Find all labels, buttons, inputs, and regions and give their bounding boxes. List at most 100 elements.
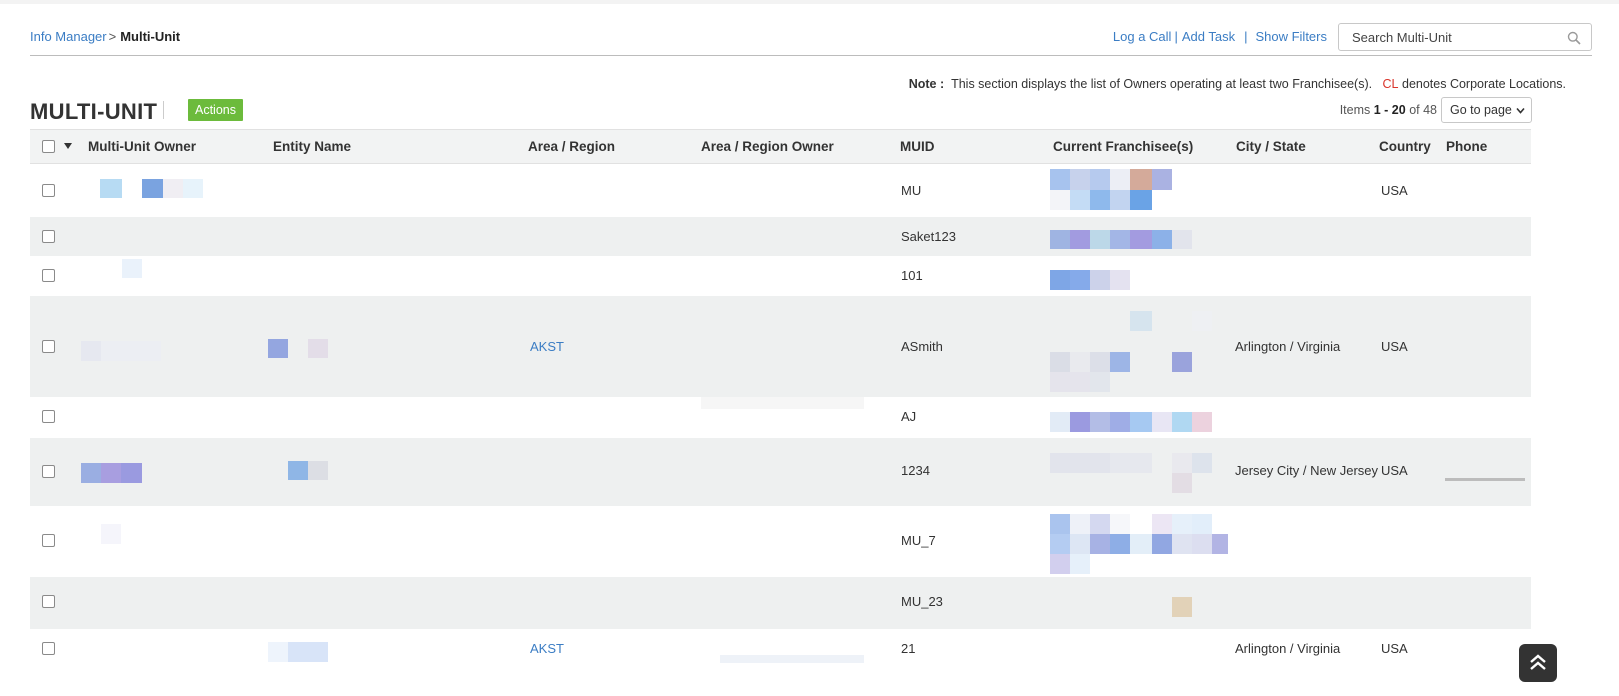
chevron-down-icon (1516, 107, 1525, 114)
redacted-franchisee (1090, 169, 1110, 190)
go-to-page-label: Go to page (1450, 103, 1512, 117)
select-menu-caret-icon[interactable] (64, 143, 72, 149)
table-row: AKST ASmith Arlington / Virginia USA (30, 296, 1531, 397)
scroll-to-top-button[interactable] (1519, 644, 1557, 682)
items-range: 1 - 20 (1373, 103, 1406, 117)
select-all-checkbox[interactable] (42, 140, 55, 153)
redacted-franchisee (1070, 554, 1090, 574)
redacted-franchisee (1070, 514, 1090, 534)
muid-cell: 101 (901, 268, 923, 283)
redacted-franchisee (1070, 230, 1090, 249)
muid-cell: 1234 (901, 463, 930, 478)
redacted-franchisee (1050, 412, 1070, 432)
row-checkbox[interactable] (42, 595, 55, 608)
pagination-info: Items 1 - 20 of 48 (1340, 103, 1437, 117)
redacted-franchisee (1152, 169, 1172, 190)
col-current-franchisees[interactable]: Current Franchisee(s) (1053, 139, 1193, 154)
row-checkbox[interactable] (42, 642, 55, 655)
redacted-owner (101, 341, 161, 361)
muid-cell: MU (901, 183, 922, 198)
col-area-region[interactable]: Area / Region (528, 139, 615, 154)
top-strip (0, 0, 1619, 4)
col-area-region-owner[interactable]: Area / Region Owner (701, 139, 834, 154)
redacted-franchisee (1172, 412, 1192, 432)
redacted-franchisee (1152, 514, 1172, 534)
row-checkbox[interactable] (42, 410, 55, 423)
show-filters-link[interactable]: Show Filters (1255, 29, 1327, 44)
redacted-franchisee (1192, 412, 1212, 432)
redacted-owner (81, 341, 101, 361)
redacted-franchisee (1130, 190, 1152, 210)
toplinks: Log a Call | Add Task | Show Filters (1113, 29, 1327, 44)
redacted-franchisee (1110, 453, 1152, 473)
redacted-owner (81, 463, 101, 483)
multi-unit-table: Multi-Unit Owner Entity Name Area / Regi… (30, 129, 1531, 673)
table-header: Multi-Unit Owner Entity Name Area / Regi… (30, 129, 1531, 164)
page-header: Info Manager > Multi-Unit Log a Call | Add T… (30, 22, 1592, 56)
city-state-cell: Arlington / Virginia (1235, 339, 1341, 354)
redacted-franchisee (1050, 534, 1070, 554)
redacted-owner (183, 179, 203, 198)
redacted-franchisee (1050, 190, 1070, 210)
col-multi-unit-owner[interactable]: Multi-Unit Owner (88, 139, 196, 154)
col-entity-name[interactable]: Entity Name (273, 139, 351, 154)
items-total: of 48 (1409, 103, 1437, 117)
country-cell: USA (1381, 463, 1408, 478)
table-row: Saket123 (30, 217, 1531, 256)
row-checkbox[interactable] (42, 465, 55, 478)
redacted-franchisee (1172, 514, 1192, 534)
add-task-link[interactable]: Add Task (1182, 29, 1235, 44)
redacted-franchisee (1050, 169, 1070, 190)
col-country[interactable]: Country (1379, 139, 1431, 154)
redacted-entity (308, 339, 328, 358)
table-row: MU USA (30, 164, 1531, 217)
redacted-franchisee (1070, 270, 1090, 290)
row-checkbox[interactable] (42, 184, 55, 197)
redacted-franchisee (1192, 534, 1212, 554)
area-region-link[interactable]: AKST (530, 641, 564, 656)
redacted-owner (101, 524, 121, 544)
redacted-entity (268, 642, 288, 662)
row-checkbox[interactable] (42, 269, 55, 282)
cl-description: denotes Corporate Locations. (1402, 77, 1566, 91)
row-checkbox[interactable] (42, 534, 55, 547)
link-divider: | (1174, 29, 1178, 44)
log-call-link[interactable]: Log a Call (1113, 29, 1172, 44)
redacted-owner (122, 259, 142, 278)
search-input[interactable] (1339, 24, 1549, 50)
table-row: MU_7 (30, 506, 1531, 577)
redacted-franchisee (1172, 453, 1192, 473)
col-muid[interactable]: MUID (900, 139, 935, 154)
redacted-franchisee (1110, 169, 1130, 190)
redacted-franchisee (1152, 534, 1172, 554)
breadcrumb-info-manager[interactable]: Info Manager (30, 29, 107, 44)
redacted-franchisee (1070, 352, 1090, 372)
redacted-franchisee (1070, 169, 1090, 190)
redacted-franchisee (1070, 190, 1090, 210)
redacted-region-owner (720, 655, 864, 663)
redacted-franchisee (1130, 311, 1152, 331)
redacted-franchisee (1130, 534, 1152, 554)
redacted-franchisee (1192, 514, 1212, 534)
row-checkbox[interactable] (42, 230, 55, 243)
breadcrumb: Info Manager > Multi-Unit (30, 29, 180, 44)
redacted-franchisee (1172, 473, 1192, 493)
redacted-franchisee (1110, 514, 1130, 534)
col-phone[interactable]: Phone (1446, 139, 1487, 154)
row-checkbox[interactable] (42, 340, 55, 353)
muid-cell: MU_23 (901, 594, 943, 609)
redacted-franchisee (1110, 230, 1130, 249)
go-to-page-select[interactable]: Go to page (1441, 97, 1532, 123)
col-city-state[interactable]: City / State (1236, 139, 1306, 154)
cl-marker: CL (1382, 77, 1399, 91)
redacted-franchisee (1172, 534, 1192, 554)
redacted-entity (288, 642, 328, 662)
redacted-franchisee (1110, 352, 1130, 372)
redacted-franchisee (1172, 352, 1192, 372)
breadcrumb-current: Multi-Unit (120, 29, 181, 44)
redacted-owner (100, 179, 122, 198)
area-region-link[interactable]: AKST (530, 339, 564, 354)
redacted-franchisee (1050, 372, 1090, 392)
actions-button[interactable]: Actions (188, 99, 243, 121)
search-icon[interactable] (1567, 31, 1581, 45)
